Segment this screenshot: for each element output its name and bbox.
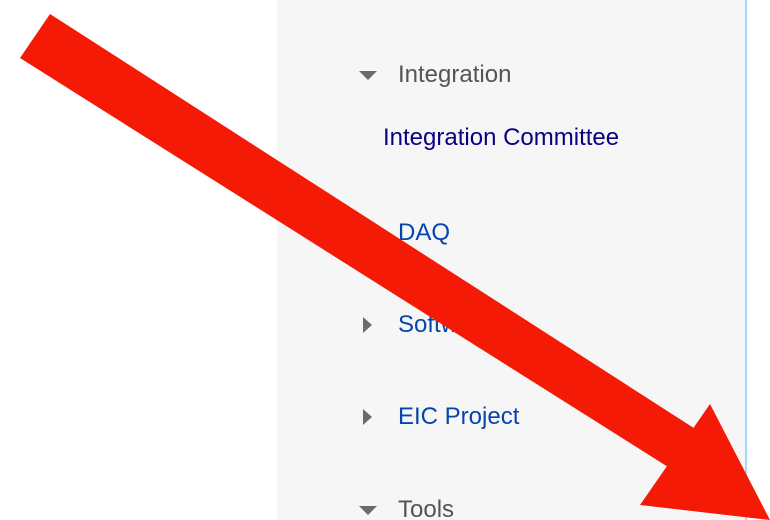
sidebar-section-label[interactable]: Tools: [398, 496, 454, 520]
sidebar-section-daq[interactable]: DAQ: [277, 213, 745, 253]
screenshot-stage: Integration Integration Committee DAQ So…: [0, 0, 770, 520]
sidebar-section-eic-project[interactable]: EIC Project: [277, 397, 745, 437]
sidebar-section-integration[interactable]: Integration: [277, 55, 745, 95]
triangle-right-icon[interactable]: [363, 317, 372, 333]
triangle-down-icon[interactable]: [359, 71, 377, 80]
triangle-right-icon[interactable]: [363, 409, 372, 425]
sidebar-section-tools[interactable]: Tools: [277, 490, 745, 520]
sidebar-section-label[interactable]: Software: [398, 311, 493, 339]
sidebar-link-integration-committee[interactable]: Integration Committee: [277, 118, 745, 158]
integration-committee-link[interactable]: Integration Committee: [383, 124, 619, 152]
sidebar-navigation: Integration Integration Committee DAQ So…: [277, 0, 747, 520]
triangle-down-icon[interactable]: [359, 506, 377, 515]
sidebar-section-software[interactable]: Software: [277, 305, 745, 345]
sidebar-section-label[interactable]: EIC Project: [398, 403, 519, 431]
triangle-right-icon[interactable]: [363, 225, 372, 241]
sidebar-section-label[interactable]: DAQ: [398, 219, 450, 247]
sidebar-section-label[interactable]: Integration: [398, 61, 511, 89]
